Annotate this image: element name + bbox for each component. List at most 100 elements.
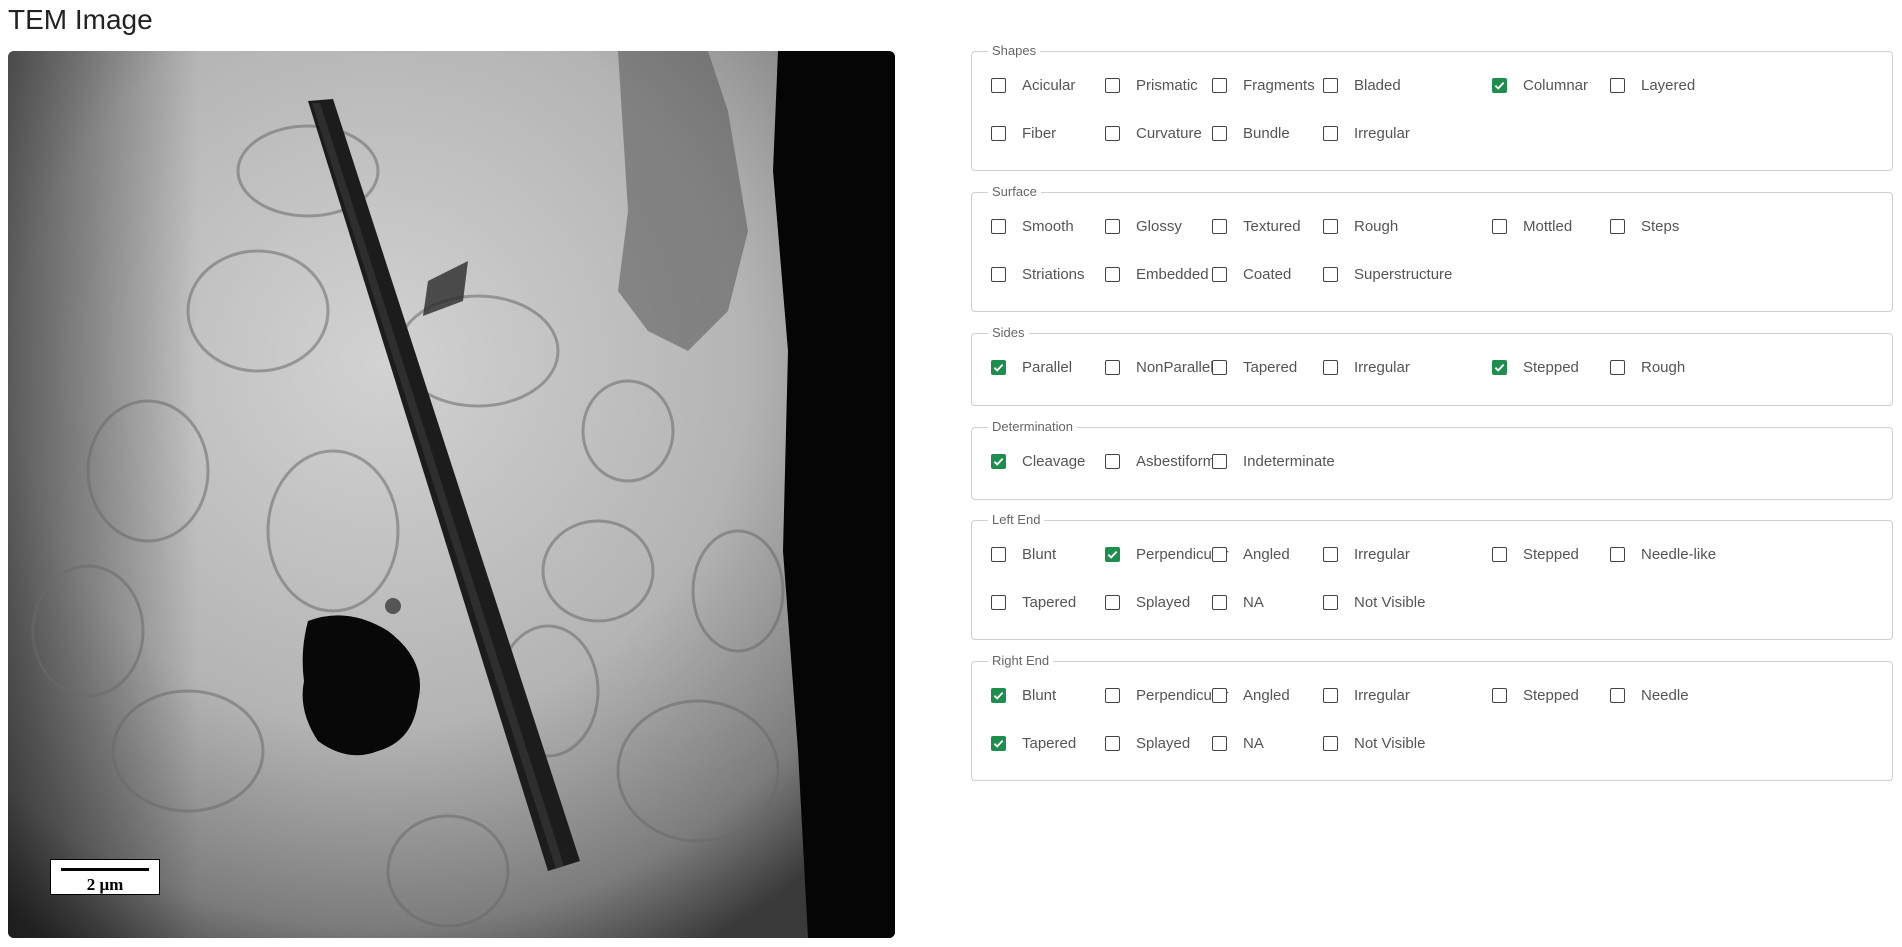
checkbox-option-angled[interactable]: Angled — [1212, 684, 1290, 706]
checkbox-option-needle-like[interactable]: Needle-like — [1610, 543, 1716, 565]
checkbox-checked-icon[interactable] — [991, 453, 1006, 469]
checkbox-option-embedded[interactable]: Embedded — [1105, 263, 1209, 285]
checkbox-unchecked-icon[interactable] — [1212, 594, 1227, 610]
checkbox-option-blunt[interactable]: Blunt — [991, 543, 1056, 565]
checkbox-unchecked-icon[interactable] — [1212, 453, 1227, 469]
checkbox-option-angled[interactable]: Angled — [1212, 543, 1290, 565]
checkbox-unchecked-icon[interactable] — [1323, 266, 1338, 282]
checkbox-unchecked-icon[interactable] — [1105, 77, 1120, 93]
group-legend: Determination — [988, 419, 1077, 435]
checkbox-option-indeterminate[interactable]: Indeterminate — [1212, 450, 1335, 472]
checkbox-unchecked-icon[interactable] — [1105, 687, 1120, 703]
checkbox-checked-icon[interactable] — [991, 735, 1006, 751]
checkbox-option-needle[interactable]: Needle — [1610, 684, 1689, 706]
checkbox-unchecked-icon[interactable] — [991, 594, 1006, 610]
checkbox-option-layered[interactable]: Layered — [1610, 74, 1695, 96]
checkbox-unchecked-icon[interactable] — [991, 266, 1006, 282]
checkbox-unchecked-icon[interactable] — [1323, 77, 1338, 93]
checkbox-unchecked-icon[interactable] — [1105, 125, 1120, 141]
checkbox-option-mottled[interactable]: Mottled — [1492, 215, 1572, 237]
checkbox-unchecked-icon[interactable] — [1610, 359, 1625, 375]
checkbox-option-blunt[interactable]: Blunt — [991, 684, 1056, 706]
checkbox-option-tapered[interactable]: Tapered — [991, 732, 1076, 754]
checkbox-unchecked-icon[interactable] — [1212, 359, 1227, 375]
checkbox-unchecked-icon[interactable] — [1323, 218, 1338, 234]
checkbox-option-acicular[interactable]: Acicular — [991, 74, 1075, 96]
checkbox-option-columnar[interactable]: Columnar — [1492, 74, 1588, 96]
checkbox-unchecked-icon[interactable] — [1323, 125, 1338, 141]
checkbox-option-stepped[interactable]: Stepped — [1492, 543, 1579, 565]
checkbox-option-cleavage[interactable]: Cleavage — [991, 450, 1085, 472]
checkbox-option-na[interactable]: NA — [1212, 591, 1264, 613]
checkbox-option-na[interactable]: NA — [1212, 732, 1264, 754]
checkbox-unchecked-icon[interactable] — [1212, 687, 1227, 703]
checkbox-option-irregular[interactable]: Irregular — [1323, 356, 1410, 378]
checkbox-unchecked-icon[interactable] — [1610, 687, 1625, 703]
checkbox-checked-icon[interactable] — [1492, 77, 1507, 93]
checkbox-unchecked-icon[interactable] — [1212, 735, 1227, 751]
checkbox-option-tapered[interactable]: Tapered — [1212, 356, 1297, 378]
checkbox-checked-icon[interactable] — [1492, 359, 1507, 375]
checkbox-unchecked-icon[interactable] — [1212, 77, 1227, 93]
checkbox-checked-icon[interactable] — [991, 687, 1006, 703]
checkbox-unchecked-icon[interactable] — [1610, 218, 1625, 234]
checkbox-unchecked-icon[interactable] — [1105, 359, 1120, 375]
checkbox-unchecked-icon[interactable] — [1105, 218, 1120, 234]
checkbox-unchecked-icon[interactable] — [1610, 77, 1625, 93]
checkbox-unchecked-icon[interactable] — [1212, 125, 1227, 141]
checkbox-unchecked-icon[interactable] — [1212, 218, 1227, 234]
checkbox-unchecked-icon[interactable] — [1212, 546, 1227, 562]
checkbox-option-parallel[interactable]: Parallel — [991, 356, 1072, 378]
checkbox-option-bladed[interactable]: Bladed — [1323, 74, 1401, 96]
checkbox-option-coated[interactable]: Coated — [1212, 263, 1291, 285]
checkbox-unchecked-icon[interactable] — [1105, 735, 1120, 751]
checkbox-option-superstructure[interactable]: Superstructure — [1323, 263, 1452, 285]
checkbox-option-rough[interactable]: Rough — [1323, 215, 1398, 237]
checkbox-option-textured[interactable]: Textured — [1212, 215, 1301, 237]
checkbox-option-prismatic[interactable]: Prismatic — [1105, 74, 1198, 96]
checkbox-option-splayed[interactable]: Splayed — [1105, 591, 1190, 613]
checkbox-option-not-visible[interactable]: Not Visible — [1323, 732, 1425, 754]
checkbox-unchecked-icon[interactable] — [991, 77, 1006, 93]
checkbox-unchecked-icon[interactable] — [1492, 546, 1507, 562]
checkbox-unchecked-icon[interactable] — [1212, 266, 1227, 282]
checkbox-option-perpendicular[interactable]: Perpendicular — [1105, 543, 1229, 565]
checkbox-option-curvature[interactable]: Curvature — [1105, 122, 1202, 144]
checkbox-unchecked-icon[interactable] — [1105, 453, 1120, 469]
checkbox-unchecked-icon[interactable] — [1492, 687, 1507, 703]
checkbox-option-splayed[interactable]: Splayed — [1105, 732, 1190, 754]
checkbox-label: Prismatic — [1136, 76, 1198, 94]
checkbox-option-irregular[interactable]: Irregular — [1323, 684, 1410, 706]
checkbox-option-nonparallel[interactable]: NonParallel — [1105, 356, 1214, 378]
checkbox-option-stepped[interactable]: Stepped — [1492, 356, 1579, 378]
checkbox-option-tapered[interactable]: Tapered — [991, 591, 1076, 613]
checkbox-option-perpendicular[interactable]: Perpendicular — [1105, 684, 1229, 706]
checkbox-unchecked-icon[interactable] — [1323, 359, 1338, 375]
checkbox-unchecked-icon[interactable] — [1323, 594, 1338, 610]
checkbox-option-fragments[interactable]: Fragments — [1212, 74, 1315, 96]
checkbox-unchecked-icon[interactable] — [1323, 546, 1338, 562]
checkbox-option-smooth[interactable]: Smooth — [991, 215, 1074, 237]
checkbox-option-steps[interactable]: Steps — [1610, 215, 1679, 237]
checkbox-checked-icon[interactable] — [991, 359, 1006, 375]
checkbox-option-irregular[interactable]: Irregular — [1323, 543, 1410, 565]
checkbox-option-striations[interactable]: Striations — [991, 263, 1085, 285]
checkbox-option-irregular[interactable]: Irregular — [1323, 122, 1410, 144]
checkbox-unchecked-icon[interactable] — [1323, 735, 1338, 751]
checkbox-unchecked-icon[interactable] — [1323, 687, 1338, 703]
checkbox-unchecked-icon[interactable] — [1105, 266, 1120, 282]
checkbox-option-asbestiform[interactable]: Asbestiform — [1105, 450, 1215, 472]
checkbox-checked-icon[interactable] — [1105, 546, 1120, 562]
checkbox-option-glossy[interactable]: Glossy — [1105, 215, 1182, 237]
checkbox-option-rough[interactable]: Rough — [1610, 356, 1685, 378]
checkbox-unchecked-icon[interactable] — [991, 218, 1006, 234]
checkbox-unchecked-icon[interactable] — [1610, 546, 1625, 562]
checkbox-option-not-visible[interactable]: Not Visible — [1323, 591, 1425, 613]
checkbox-option-bundle[interactable]: Bundle — [1212, 122, 1290, 144]
checkbox-unchecked-icon[interactable] — [991, 546, 1006, 562]
checkbox-option-stepped[interactable]: Stepped — [1492, 684, 1579, 706]
checkbox-unchecked-icon[interactable] — [1105, 594, 1120, 610]
checkbox-option-fiber[interactable]: Fiber — [991, 122, 1056, 144]
checkbox-unchecked-icon[interactable] — [1492, 218, 1507, 234]
checkbox-unchecked-icon[interactable] — [991, 125, 1006, 141]
